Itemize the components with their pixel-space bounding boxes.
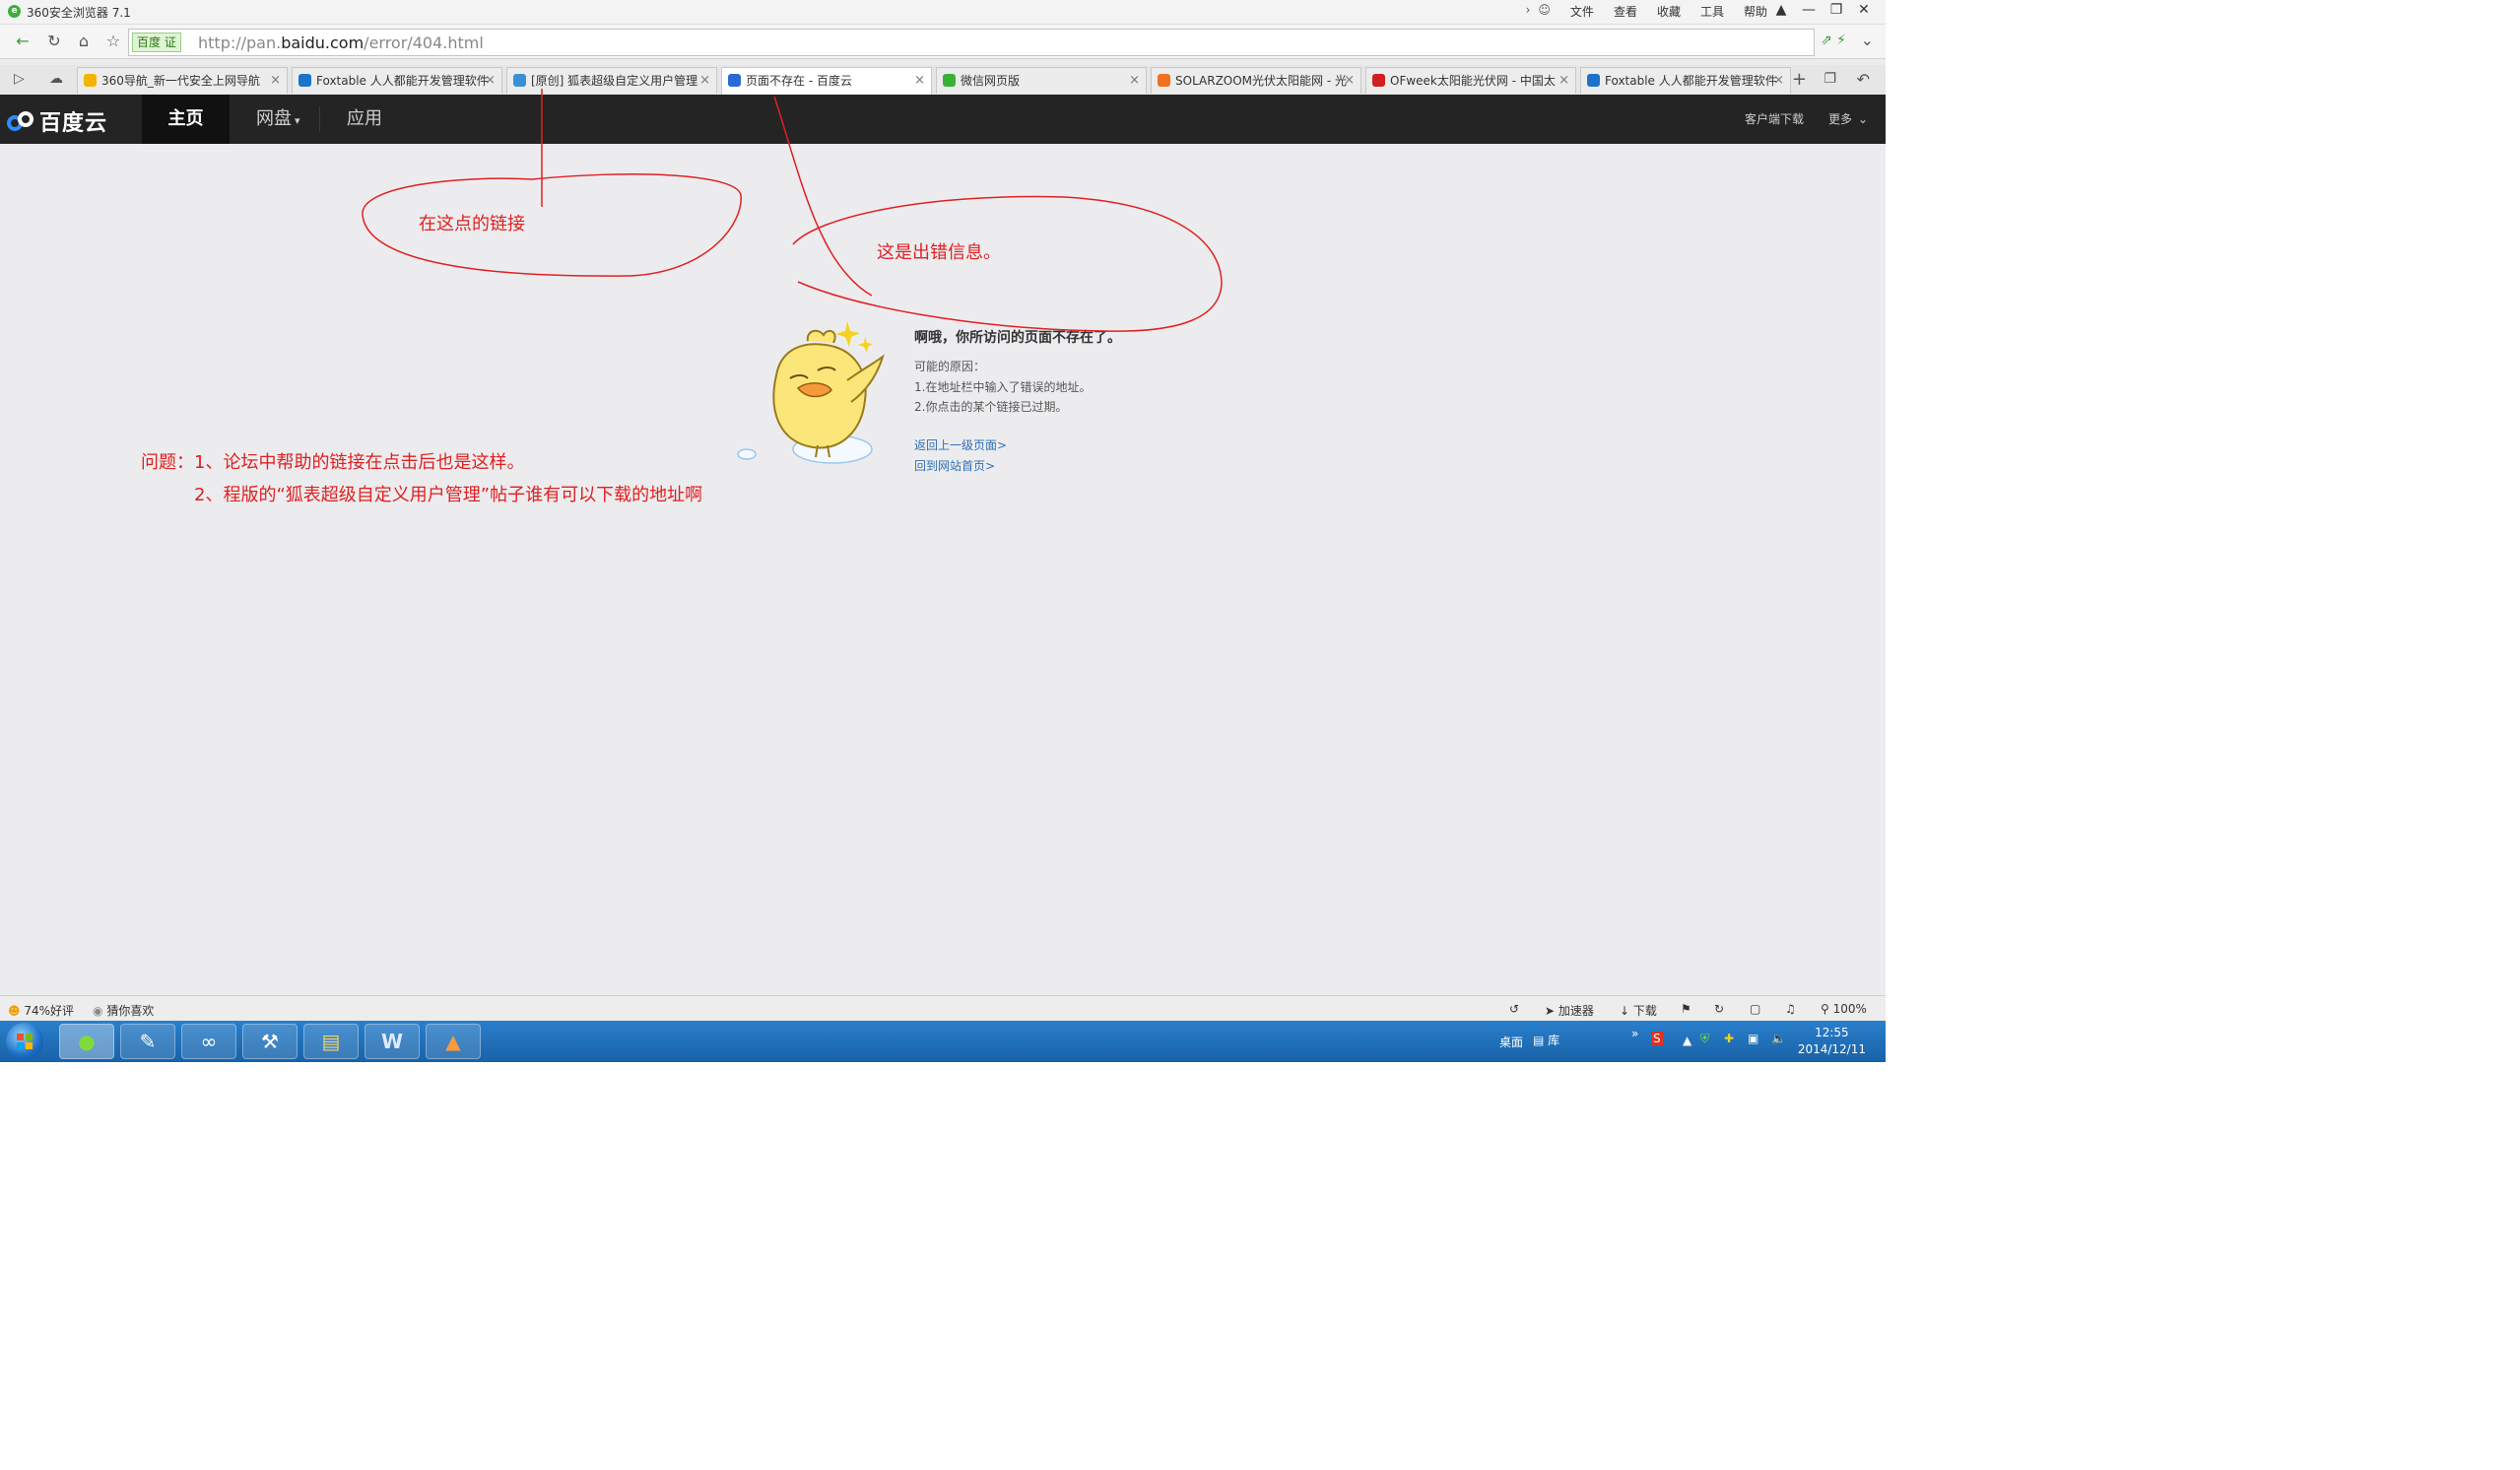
- browser-mode-icon[interactable]: ↻: [1714, 1002, 1724, 1016]
- rating-status[interactable]: ☻ 74%好评: [8, 1002, 74, 1019]
- tray-plus-icon[interactable]: ✚: [1724, 1032, 1734, 1062]
- tray-library[interactable]: ▤ 库: [1533, 1032, 1559, 1062]
- tray-arrow-up-icon[interactable]: ▲: [1683, 1034, 1691, 1062]
- clock-time: 12:55: [1815, 1026, 1849, 1039]
- download-icon: ↓: [1620, 1004, 1630, 1018]
- annotation-question-1: 问题：1、论坛中帮助的链接在点击后也是这样。: [141, 452, 525, 473]
- taskbar-tools-icon[interactable]: ⚒: [242, 1024, 298, 1059]
- taskbar-baidu-cloud-icon[interactable]: ∞: [181, 1024, 236, 1059]
- library-icon: ▤: [1533, 1034, 1545, 1047]
- ie-mode-icon[interactable]: ↺: [1509, 1002, 1519, 1016]
- tray-desktop[interactable]: 桌面: [1499, 1034, 1523, 1062]
- taskbar-360-browser-icon[interactable]: ●: [59, 1024, 114, 1059]
- clock-date: 2014/12/11: [1797, 1042, 1866, 1056]
- tray-more-icon[interactable]: »: [1631, 1027, 1638, 1062]
- rating-text: 74%好评: [24, 1004, 75, 1018]
- guess-status[interactable]: ◉ 猜你喜欢: [93, 1002, 154, 1019]
- guess-text: 猜你喜欢: [106, 1004, 155, 1018]
- tray-network-icon[interactable]: ▣: [1748, 1032, 1758, 1062]
- taskbar-word-icon[interactable]: W: [365, 1024, 420, 1059]
- status-bar: ☻ 74%好评 ◉ 猜你喜欢 ↺ ➤ 加速器 ↓ 下载 ⚑ ↻ ▢ ♫ ⚲ 10…: [0, 995, 1886, 1022]
- download-status[interactable]: ↓ 下载: [1620, 1002, 1657, 1019]
- annotation-error-note: 这是出错信息。: [877, 242, 1001, 263]
- tray-library-label: 库: [1548, 1034, 1560, 1047]
- window-icon[interactable]: ▢: [1750, 1002, 1760, 1016]
- zoom-status[interactable]: ⚲ 100%: [1821, 1002, 1867, 1016]
- tray-volume-icon[interactable]: 🔈: [1771, 1032, 1786, 1062]
- tray-ime-icon[interactable]: S: [1651, 1032, 1663, 1062]
- taskbar-foxtable-icon[interactable]: ▲: [426, 1024, 481, 1059]
- start-button[interactable]: [6, 1023, 43, 1060]
- annotation-question-2: 2、程版的“狐表超级自定义用户管理”帖子谁有可以下载的地址啊: [194, 485, 703, 505]
- taskbar-folder-icon[interactable]: ▤: [303, 1024, 359, 1059]
- download-text: 下载: [1632, 1004, 1657, 1018]
- tray-shield-icon[interactable]: ⛨: [1700, 1032, 1709, 1062]
- zoom-icon: ⚲: [1821, 1002, 1829, 1016]
- taskbar-clock[interactable]: 12:55 2014/12/11: [1798, 1025, 1866, 1058]
- rocket-icon: ➤: [1545, 1004, 1556, 1018]
- dot-icon: ◉: [93, 1004, 103, 1018]
- screenshot: e 360安全浏览器 7.1 › ☺ 文件 查看 收藏 工具 帮助 ▲ — ❐ …: [0, 0, 1886, 1062]
- zoom-text: 100%: [1832, 1002, 1867, 1016]
- annotation-link-note: 在这点的链接: [419, 214, 525, 234]
- flag-icon[interactable]: ⚑: [1681, 1002, 1691, 1016]
- taskbar: ● ✎ ∞ ⚒ ▤ W ▲ 桌面 ▤ 库 » S ▲ ⛨ ✚ ▣ 🔈 12:55…: [0, 1021, 1886, 1062]
- accelerator-text: 加速器: [1558, 1004, 1594, 1018]
- sound-icon[interactable]: ♫: [1785, 1002, 1796, 1016]
- smile-icon: ☻: [8, 1004, 21, 1018]
- taskbar-pen-icon[interactable]: ✎: [120, 1024, 175, 1059]
- accelerator-status[interactable]: ➤ 加速器: [1545, 1002, 1594, 1019]
- windows-flag-icon: [17, 1034, 33, 1049]
